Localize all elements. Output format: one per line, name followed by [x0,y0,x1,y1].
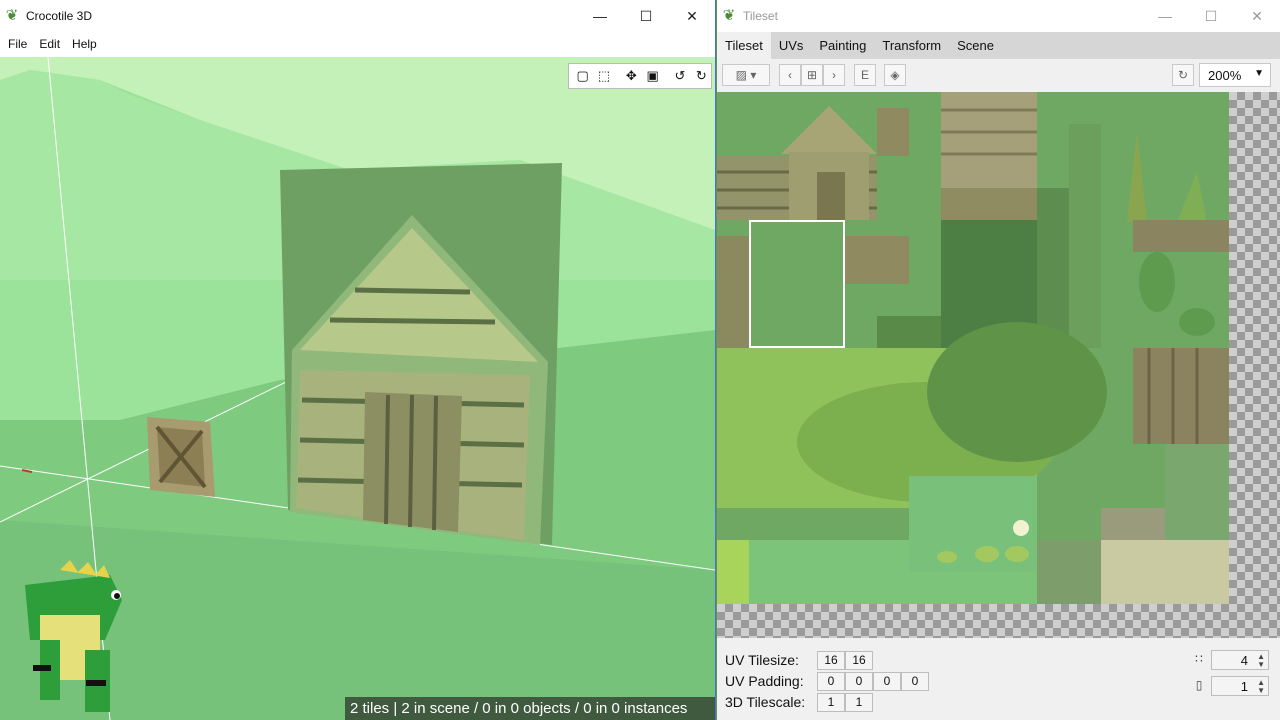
maximize-icon: ☐ [639,7,653,24]
image-select-button[interactable]: ▨ ▾ [722,64,770,86]
uv-tilesize-y-field[interactable]: 16 [845,650,873,670]
uv-padding-field-2[interactable]: 0 [845,671,873,691]
tab-uvs[interactable]: UVs [771,32,812,59]
uv-padding-field-4[interactable]: 0 [901,671,929,691]
tab-transform[interactable]: Transform [874,32,949,59]
minimize-button[interactable]: — [577,0,623,32]
menubar: File Edit Help [0,32,715,56]
tileset-tabs: Tileset UVs Painting Transform Scene [717,32,1280,59]
fill-square-icon: ▣ [646,68,659,83]
page-spinner[interactable]: 1 ▲ ▼ [1211,676,1269,696]
scene-render [0,57,715,720]
e-icon: E [860,68,869,82]
cube-icon: ⬚ [597,68,611,83]
uv-tilesize-row: UV Tilesize: 16 16 [725,650,873,670]
square-icon: ▢ [576,68,589,83]
tileset-window: ❦ Tileset — ☐ ✕ Tileset UVs Painting Tra… [717,0,1280,720]
layers-icon: ◈ [890,68,900,82]
tileset-canvas[interactable] [717,92,1280,638]
tilescale-row: 3D Tilescale: 1 1 [725,692,873,712]
tab-painting[interactable]: Painting [811,32,874,59]
tileset-properties: UV Tilesize: 16 16 UV Padding: 0 0 0 0 3… [717,638,1280,720]
minimize-icon: — [593,8,607,24]
left-titlebar[interactable]: ❦ Crocotile 3D — ☐ ✕ [0,0,715,32]
tileset-app-icon: ❦ [722,7,736,24]
menu-help[interactable]: Help [66,37,103,51]
tileset-close-button[interactable]: ✕ [1234,0,1280,32]
window-title: Crocotile 3D [26,9,93,23]
close-icon: ✕ [686,7,698,24]
next-tileset-button[interactable]: › [823,64,845,86]
uv-padding-field-1[interactable]: 0 [817,671,845,691]
uv-padding-label: UV Padding: [725,673,804,689]
zoom-value: 200% [1208,67,1242,83]
grid-icon: ⊞ [806,68,818,82]
minimize-icon: — [1158,8,1172,24]
uv-tilesize-x-field[interactable]: 16 [817,650,845,670]
maximize-button[interactable]: ☐ [623,0,669,32]
crate-tile[interactable] [147,417,215,497]
rotate-ccw-button[interactable]: ↺ [670,66,689,86]
tileset-minimize-button[interactable]: — [1142,0,1188,32]
spin-down-icon[interactable]: ▼ [1257,687,1265,695]
tab-tileset[interactable]: Tileset [717,32,771,59]
tilescale-label: 3D Tilescale: [725,694,806,710]
tileset-maximize-button[interactable]: ☐ [1188,0,1234,32]
menu-edit[interactable]: Edit [33,37,66,51]
zoom-select[interactable]: 200% ▼ [1199,63,1271,87]
menu-file[interactable]: File [2,37,33,51]
image-dropdown-icon: ▨ ▾ [735,68,757,82]
chevron-down-icon: ▼ [1254,68,1264,79]
3d-viewport[interactable]: ▢ ⬚ ✥ ▣ ↺ ↻ [0,57,715,720]
rotate-ccw-icon: ↺ [674,68,686,83]
prev-tileset-button[interactable]: ‹ [779,64,801,86]
right-titlebar[interactable]: ❦ Tileset — ☐ ✕ [717,0,1280,32]
prev-icon: ‹ [788,68,792,82]
tileset-toolbar: ▨ ▾ ‹ ⊞ › E ◈ ↻ 200% ▼ [717,59,1280,91]
rotate-cw-button[interactable]: ↻ [692,66,711,86]
refresh-button[interactable]: ↻ [1172,64,1194,86]
tileset-window-title: Tileset [743,9,778,23]
grid-count-value: 4 [1240,652,1248,668]
dotted-grid-icon: ∷ [1195,652,1203,666]
move-tool-button[interactable]: ✥ [622,66,641,86]
viewport-toolbar: ▢ ⬚ ✥ ▣ ↺ ↻ [568,63,712,89]
grid-button[interactable]: ⊞ [801,64,823,86]
refresh-icon: ↻ [1177,68,1189,82]
maximize-icon: ☐ [1204,7,1218,24]
tilescale-x-field[interactable]: 1 [817,692,845,712]
fill-tool-button[interactable]: ▣ [643,66,662,86]
spin-down-icon[interactable]: ▼ [1257,661,1265,669]
close-icon: ✕ [1251,7,1263,24]
uv-tilesize-label: UV Tilesize: [725,652,799,668]
scene-status: 2 tiles | 2 in scene / 0 in 0 objects / … [345,697,715,720]
tilescale-y-field[interactable]: 1 [845,692,873,712]
move-icon: ✥ [625,68,637,83]
layers-button[interactable]: ◈ [884,64,906,86]
cube-tool-button[interactable]: ⬚ [594,66,613,86]
tab-scene[interactable]: Scene [949,32,1002,59]
tileset-image [717,92,1229,604]
crocotile-app-icon: ❦ [5,7,19,24]
uv-padding-row: UV Padding: 0 0 0 0 [725,671,929,691]
edit-button[interactable]: E [854,64,876,86]
grid-count-spinner[interactable]: 4 ▲ ▼ [1211,650,1269,670]
rotate-cw-icon: ↻ [695,68,707,83]
crocotile-window: ❦ Crocotile 3D — ☐ ✕ File Edit Help ▢ ⬚ … [0,0,716,720]
uv-padding-field-3[interactable]: 0 [873,671,901,691]
close-button[interactable]: ✕ [669,0,715,32]
page-value: 1 [1240,678,1248,694]
next-icon: › [832,68,836,82]
square-tool-button[interactable]: ▢ [573,66,592,86]
book-icon: ▯ [1195,678,1203,692]
